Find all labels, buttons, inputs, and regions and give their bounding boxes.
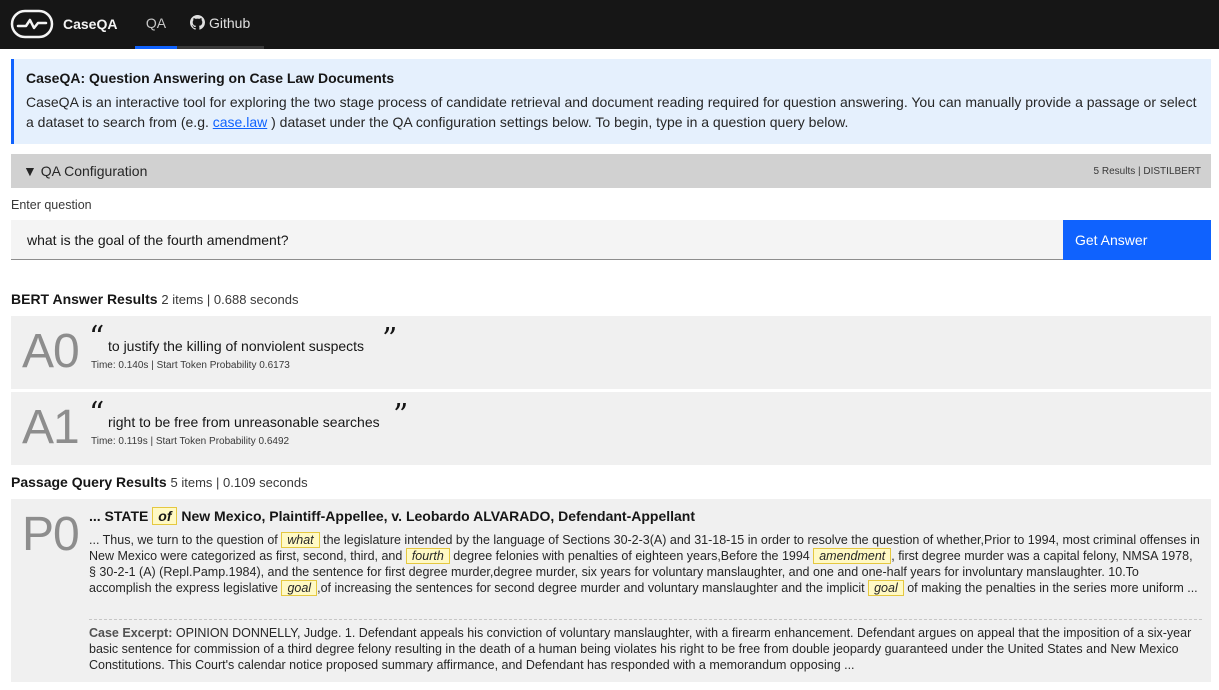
- highlight-term: goal: [281, 580, 318, 596]
- brand-name[interactable]: CaseQA: [63, 16, 117, 32]
- question-input[interactable]: [11, 220, 1063, 260]
- config-status: 5 Results | DISTILBERT: [1093, 166, 1201, 177]
- answer-card[interactable]: A0 “ to justify the killing of nonviolen…: [11, 316, 1211, 389]
- passage-divider: [89, 619, 1202, 620]
- close-quote-icon: ”: [382, 322, 398, 357]
- qa-configuration-label[interactable]: ▼ QA Configuration: [23, 163, 147, 179]
- passage-body: ... Thus, we turn to the question of wha…: [89, 532, 1202, 596]
- tab-github-label: Github: [209, 15, 251, 31]
- bert-results-title: BERT Answer Results: [11, 291, 158, 307]
- passage-results-meta: 5 items | 0.109 seconds: [170, 475, 308, 490]
- highlight-term: amendment: [813, 548, 892, 564]
- passage-text: degree felonies with penalties of eighte…: [449, 549, 814, 563]
- passage-card[interactable]: P0 ... STATE of New Mexico, Plaintiff-Ap…: [11, 499, 1211, 682]
- highlight-term: fourth: [405, 548, 450, 564]
- intro-text-after: ) dataset under the QA configuration set…: [267, 114, 849, 130]
- bert-results-heading: BERT Answer Results 2 items | 0.688 seco…: [11, 291, 298, 307]
- answer-id: A0: [22, 325, 80, 378]
- title-text: New Mexico, Plaintiff-Appellee, v. Leoba…: [177, 508, 696, 524]
- passage-text: ,of increasing the sentences for second …: [317, 581, 869, 595]
- passage-results-title: Passage Query Results: [11, 474, 167, 490]
- question-label: Enter question: [11, 198, 92, 212]
- case-excerpt: Case Excerpt: OPINION DONNELLY, Judge. 1…: [89, 625, 1202, 673]
- bert-results-meta: 2 items | 0.688 seconds: [161, 292, 299, 307]
- tab-qa[interactable]: QA: [135, 0, 177, 49]
- answer-card[interactable]: A1 “ right to be free from unreasonable …: [11, 392, 1211, 465]
- get-answer-button[interactable]: Get Answer: [1063, 220, 1211, 260]
- passage-results-heading: Passage Query Results 5 items | 0.109 se…: [11, 474, 308, 490]
- github-icon: [190, 15, 205, 30]
- answer-text: right to be free from unreasonable searc…: [108, 414, 380, 430]
- highlight-term: what: [281, 532, 320, 548]
- close-quote-icon: ”: [393, 398, 409, 433]
- highlight-term: of: [152, 507, 178, 525]
- intro-title: CaseQA: Question Answering on Case Law D…: [26, 70, 395, 86]
- title-text: ... STATE: [89, 508, 153, 524]
- open-quote-icon: “: [89, 396, 105, 431]
- case-excerpt-label: Case Excerpt:: [89, 626, 173, 640]
- answer-meta: Time: 0.119s | Start Token Probability 0…: [91, 436, 290, 447]
- case-law-link[interactable]: case.law: [213, 114, 267, 130]
- case-excerpt-text: OPINION DONNELLY, Judge. 1. Defendant ap…: [89, 626, 1192, 672]
- answer-text: to justify the killing of nonviolent sus…: [108, 338, 365, 354]
- tab-github[interactable]: Github: [177, 0, 264, 49]
- qa-configuration-accordion[interactable]: ▼ QA Configuration 5 Results | DISTILBER…: [11, 154, 1211, 188]
- passage-id: P0: [22, 508, 80, 561]
- passage-text: of making the penalties in the series mo…: [903, 581, 1198, 595]
- top-navbar: CaseQA QA Github: [0, 0, 1219, 49]
- intro-text: CaseQA is an interactive tool for explor…: [26, 92, 1199, 132]
- passage-text: ... Thus, we turn to the question of: [89, 533, 282, 547]
- intro-notification: CaseQA: Question Answering on Case Law D…: [11, 59, 1211, 144]
- answer-meta: Time: 0.140s | Start Token Probability 0…: [91, 360, 290, 371]
- answer-id: A1: [22, 401, 80, 454]
- passage-title: ... STATE of New Mexico, Plaintiff-Appel…: [89, 507, 1199, 525]
- caseqa-logo-icon[interactable]: [10, 9, 54, 39]
- open-quote-icon: “: [89, 320, 105, 355]
- highlight-term: goal: [868, 580, 904, 596]
